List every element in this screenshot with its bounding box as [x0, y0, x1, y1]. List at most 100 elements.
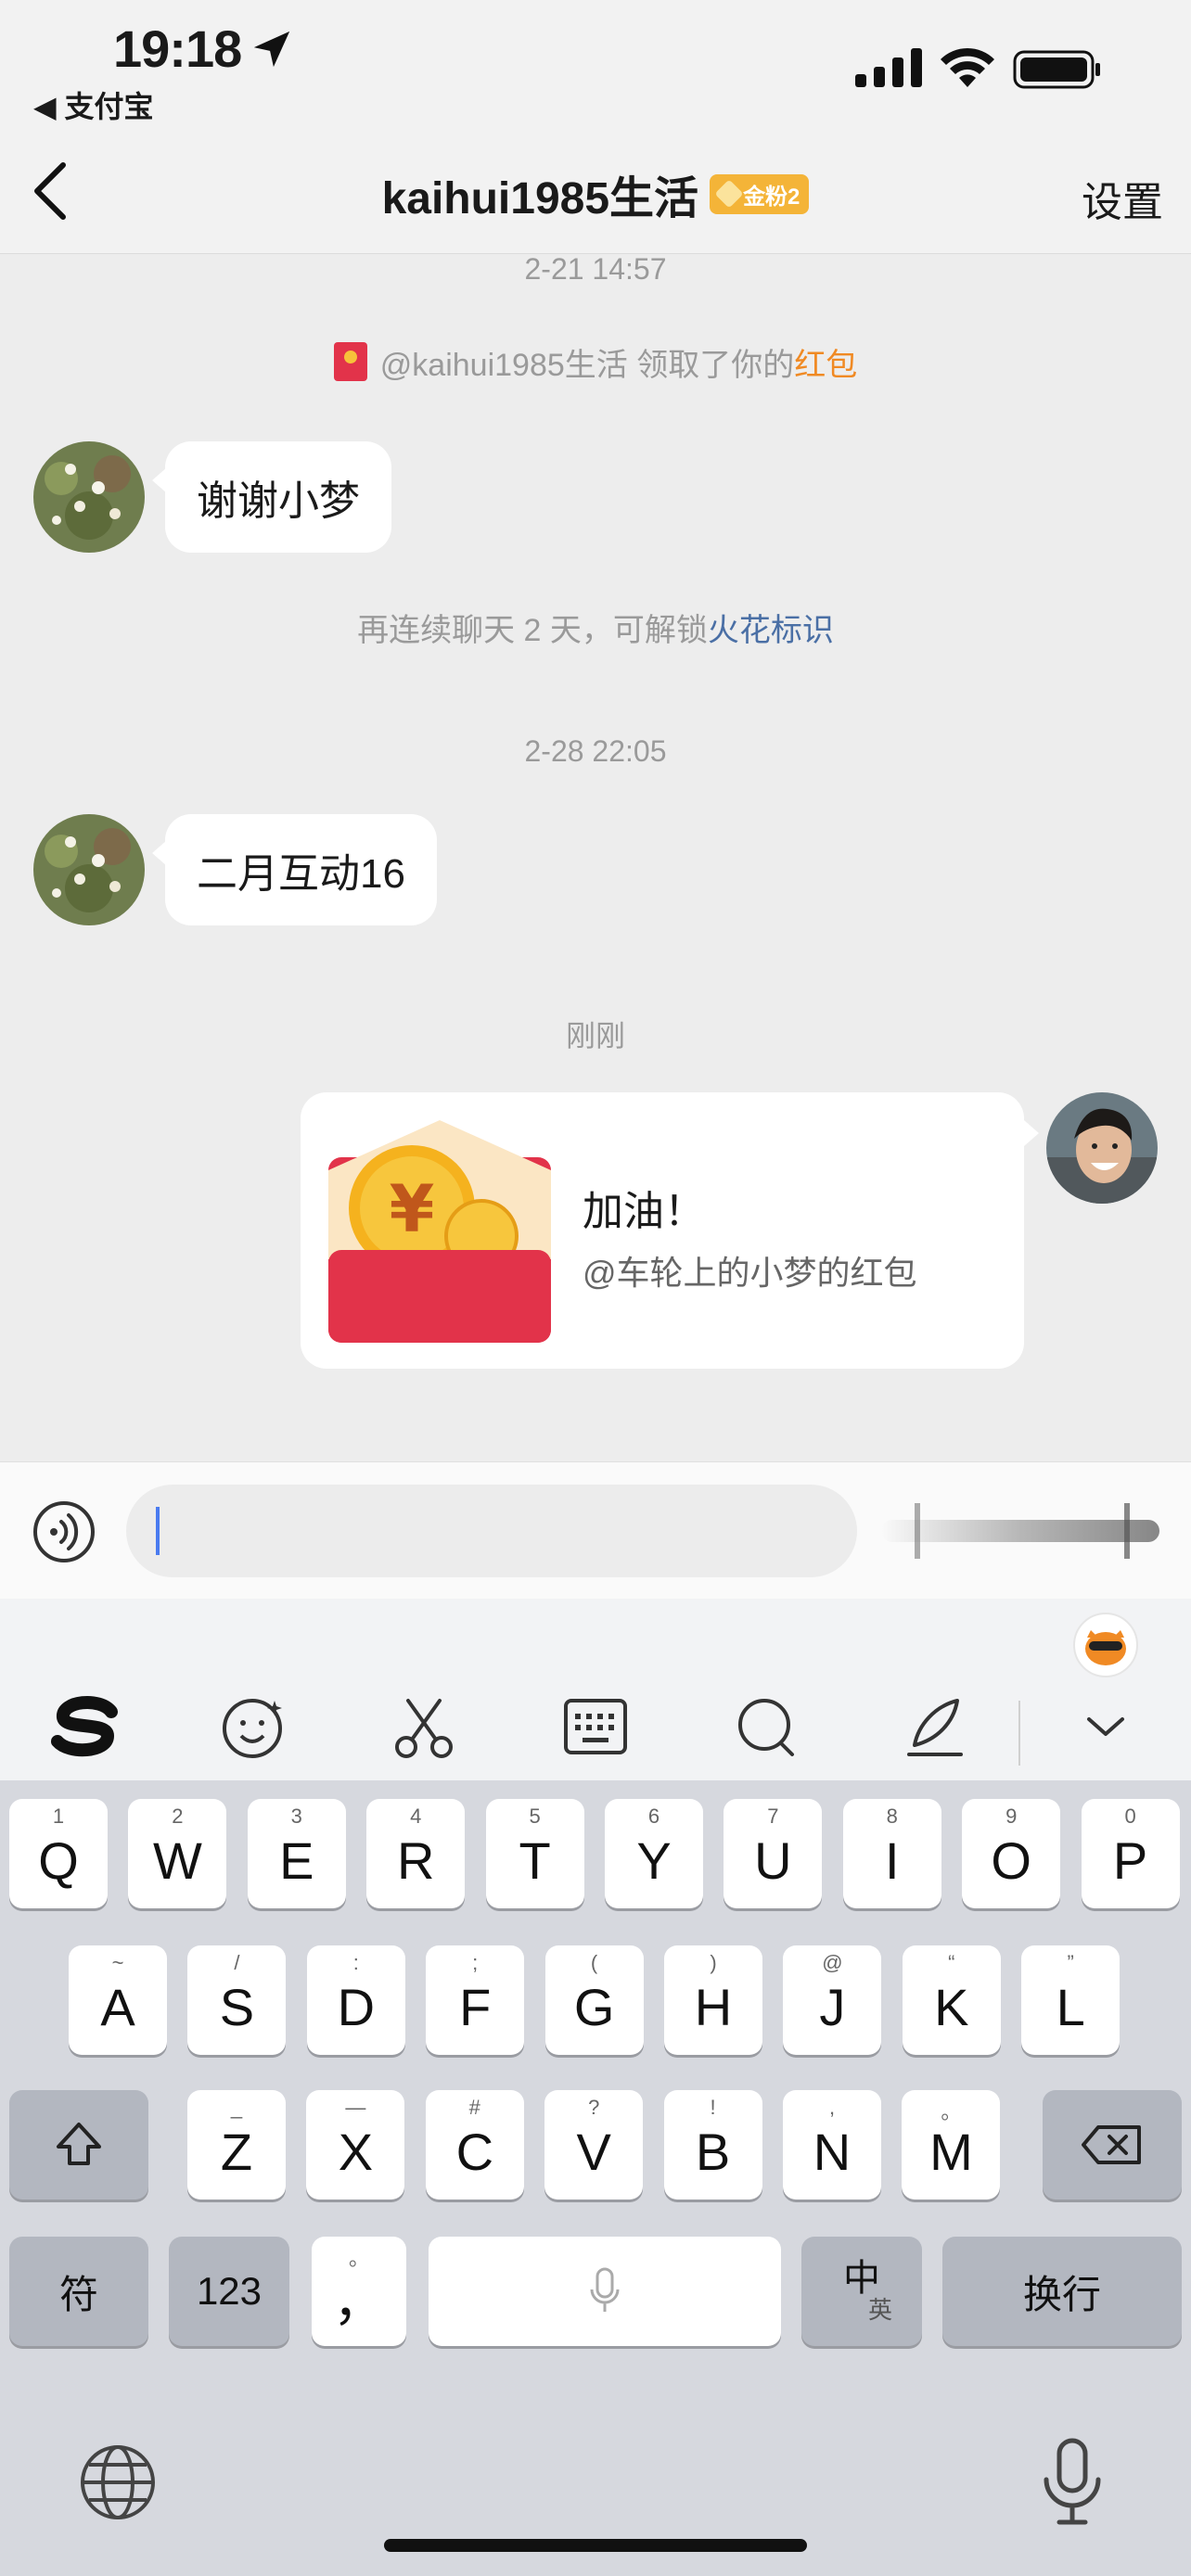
key-a[interactable]: ~ A: [69, 1945, 167, 2055]
punctuation-key[interactable]: 。，: [312, 2237, 406, 2346]
key-hint: _: [230, 2096, 243, 2119]
search-icon[interactable]: [727, 1688, 805, 1766]
key-hint: 3: [290, 1804, 302, 1828]
key-v[interactable]: ? V: [544, 2090, 644, 2200]
key-hint: 。: [941, 2100, 962, 2123]
red-packet-card[interactable]: ¥ 加油！ @车轮上的小梦的红包: [301, 1092, 1039, 1369]
lang-main-label: 中: [843, 2258, 880, 2299]
key-label: C: [455, 2122, 494, 2181]
key-label: T: [519, 1830, 551, 1890]
key-label: J: [819, 1977, 846, 2036]
key-label: I: [885, 1830, 900, 1890]
key-label: X: [338, 2122, 374, 2181]
toolbar-icons-blurred[interactable]: [881, 1494, 1159, 1568]
message-bubble-incoming[interactable]: 谢谢小梦: [152, 441, 391, 553]
key-j[interactable]: @ J: [783, 1945, 882, 2055]
keyboard-mascot-icon[interactable]: [1072, 1612, 1139, 1678]
key-u[interactable]: 7U: [724, 1799, 823, 1908]
dictation-microphone-icon[interactable]: [1035, 2435, 1109, 2528]
message-bubble-incoming[interactable]: 二月互动16: [152, 814, 437, 925]
key-hint: :: [352, 1951, 359, 1974]
key-g[interactable]: (G: [544, 1945, 644, 2055]
key-d[interactable]: :D: [306, 1945, 405, 2055]
back-to-app-link[interactable]: ◀ 支付宝: [33, 83, 154, 126]
language-switch-key[interactable]: 中 英: [801, 2237, 922, 2346]
message-input[interactable]: [126, 1485, 857, 1577]
key-c[interactable]: # C: [425, 2090, 524, 2200]
handwriting-pen-icon[interactable]: [896, 1688, 974, 1766]
red-packet-subtitle: @车轮上的小梦的红包: [583, 1254, 917, 1292]
key-hint: /: [234, 1951, 240, 1974]
scissors-icon[interactable]: [386, 1688, 464, 1766]
emoji-icon[interactable]: [215, 1688, 293, 1766]
shift-key[interactable]: [9, 2090, 148, 2200]
key-l[interactable]: ” L: [1021, 1945, 1121, 2055]
key-label: R: [396, 1830, 435, 1890]
key-h[interactable]: ) H: [664, 1945, 762, 2055]
toolbar-divider: [1018, 1701, 1020, 1766]
key-hint: ?: [588, 2096, 600, 2119]
key-i[interactable]: 8I: [842, 1799, 941, 1908]
key-t[interactable]: 5T: [485, 1799, 584, 1908]
key-hint: 。: [348, 2247, 369, 2270]
key-x[interactable]: — X: [306, 2090, 405, 2200]
key-p[interactable]: 0P: [1081, 1799, 1180, 1908]
key-label: B: [695, 2122, 731, 2181]
redpacket-link[interactable]: 红包: [794, 348, 857, 383]
red-packet-icon: [333, 342, 367, 381]
key-hint: @: [822, 1951, 843, 1974]
fan-level-badge: 金粉2: [710, 173, 810, 214]
space-key[interactable]: [429, 2237, 781, 2346]
spark-badge-link[interactable]: 火花标识: [708, 613, 834, 648]
keyboard-toolbar: [0, 1599, 1191, 1780]
key-w[interactable]: 2W: [128, 1799, 227, 1908]
red-packet-title: 加油！: [583, 1189, 705, 1234]
redpacket-notice: @kaihui1985生活 领取了你的红包: [0, 339, 1191, 385]
key-o[interactable]: 9O: [962, 1799, 1061, 1908]
location-arrow-icon: [253, 31, 290, 68]
key-hint: 1: [52, 1804, 65, 1828]
nav-bar: kaihui1985生活 金粉2 设置: [0, 130, 1191, 254]
key-label: N: [813, 2122, 852, 2181]
keyboard-layout-icon[interactable]: [557, 1688, 634, 1766]
timestamp: 2-21 14:57: [524, 252, 667, 286]
key-s[interactable]: / S: [187, 1945, 287, 2055]
collapse-keyboard-chevron-icon[interactable]: [1067, 1688, 1145, 1766]
settings-button[interactable]: 设置: [1082, 169, 1163, 228]
red-packet-envelope-icon: ¥: [328, 1120, 551, 1343]
key-k[interactable]: “K: [902, 1945, 1001, 2055]
page-title-area: kaihui1985生活 金粉2: [0, 161, 1191, 226]
key-r[interactable]: 4R: [366, 1799, 466, 1908]
key-z[interactable]: _ Z: [187, 2090, 286, 2200]
backspace-key[interactable]: [1043, 2090, 1182, 2200]
key-hint: 6: [647, 1804, 660, 1828]
portrait-photo: [1046, 1092, 1158, 1204]
symbols-key[interactable]: 符: [9, 2237, 148, 2346]
my-avatar[interactable]: [1046, 1092, 1158, 1204]
key-label: Y: [636, 1830, 672, 1890]
voice-input-icon[interactable]: [32, 1499, 96, 1564]
contact-avatar[interactable]: [33, 814, 145, 925]
status-time: 19:18: [113, 19, 242, 78]
key-hint: (: [590, 1951, 598, 1974]
key-label: Q: [38, 1830, 79, 1890]
key-y[interactable]: 6Y: [605, 1799, 703, 1908]
contact-avatar[interactable]: [33, 441, 145, 553]
numbers-key[interactable]: 123: [169, 2237, 289, 2346]
timestamp: 2-28 22:05: [524, 734, 667, 768]
svg-text:¥: ¥: [390, 1171, 435, 1247]
key-n[interactable]: ,N: [783, 2090, 881, 2200]
sogou-logo-icon[interactable]: [46, 1688, 124, 1766]
key-m[interactable]: 。 M: [902, 2090, 1001, 2200]
lang-sub-label: 英: [867, 2296, 892, 2324]
return-key[interactable]: 换行: [942, 2237, 1182, 2346]
key-hint: ): [710, 1951, 717, 1974]
key-b[interactable]: ! B: [663, 2090, 762, 2200]
key-f[interactable]: ; F: [426, 1945, 525, 2055]
key-label: H: [694, 1977, 733, 2036]
key-e[interactable]: 3E: [247, 1799, 346, 1908]
globe-icon[interactable]: [76, 2441, 160, 2524]
key-q[interactable]: 1Q: [9, 1799, 108, 1908]
timestamp: 刚刚: [565, 1019, 625, 1052]
home-indicator[interactable]: [384, 2539, 807, 2552]
